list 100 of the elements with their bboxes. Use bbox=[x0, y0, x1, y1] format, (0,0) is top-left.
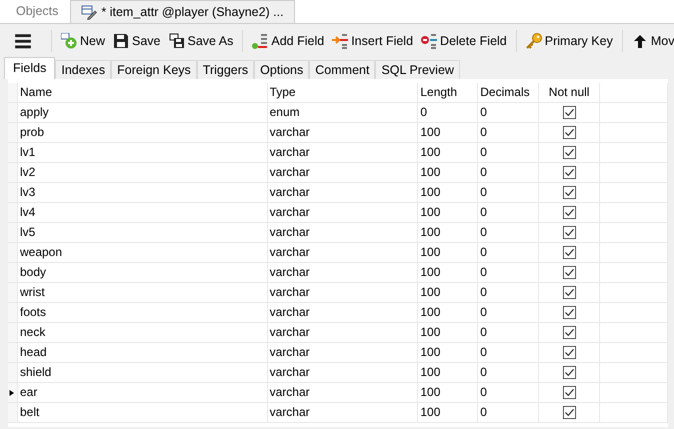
table-cell: ear bbox=[18, 383, 268, 402]
table-cell: 0 bbox=[478, 263, 540, 282]
table-edit-icon bbox=[81, 4, 98, 20]
tab[interactable]: Options bbox=[254, 60, 310, 79]
table-cell: shield bbox=[18, 363, 268, 382]
new-button[interactable]: New bbox=[57, 30, 110, 52]
table-cell: 0 bbox=[478, 183, 540, 202]
table-cell: varchar bbox=[268, 243, 418, 262]
delete-field-button[interactable]: Delete Field bbox=[417, 30, 511, 52]
column-header: Not null bbox=[539, 83, 600, 102]
table-cell: 0 bbox=[478, 203, 540, 222]
save-as-button[interactable]: Save As bbox=[164, 30, 238, 52]
table-cell: 100 bbox=[418, 183, 478, 202]
table-cell: varchar bbox=[268, 203, 418, 222]
column-header: Length bbox=[418, 83, 478, 102]
table-cell: 0 bbox=[478, 343, 540, 362]
table-cell: 0 bbox=[478, 163, 540, 182]
table-cell: 0 bbox=[478, 283, 540, 302]
table-cell: lv3 bbox=[18, 183, 268, 202]
checkbox[interactable] bbox=[562, 166, 576, 179]
table-cell: lv1 bbox=[18, 143, 268, 162]
insert-field-icon bbox=[332, 33, 348, 49]
checkbox[interactable] bbox=[562, 266, 576, 279]
table-cell: 100 bbox=[418, 243, 478, 262]
table-cell: 0 bbox=[478, 403, 540, 422]
table-cell: 100 bbox=[418, 143, 478, 162]
table-cell: varchar bbox=[268, 123, 418, 142]
checkbox[interactable] bbox=[562, 386, 576, 399]
tab[interactable]: Fields bbox=[4, 57, 56, 79]
checkbox[interactable] bbox=[562, 206, 576, 219]
table-cell: lv5 bbox=[18, 223, 268, 242]
table-cell: varchar bbox=[268, 283, 418, 302]
checkbox[interactable] bbox=[562, 226, 576, 239]
primary-key-button[interactable]: Primary Key bbox=[522, 30, 617, 52]
table-cell: 0 bbox=[478, 363, 540, 382]
tab[interactable]: Foreign Keys bbox=[111, 60, 197, 79]
table-cell: prob bbox=[18, 123, 268, 142]
table-cell: 0 bbox=[478, 243, 540, 262]
checkbox[interactable] bbox=[562, 306, 576, 319]
table-cell: 100 bbox=[418, 383, 478, 402]
table-cell: varchar bbox=[268, 143, 418, 162]
key-icon bbox=[526, 33, 542, 49]
table-cell: 0 bbox=[478, 103, 540, 122]
table-cell: body bbox=[18, 263, 268, 282]
table-cell: 0 bbox=[478, 123, 540, 142]
table-cell: head bbox=[18, 343, 268, 362]
table-cell: enum bbox=[268, 103, 418, 122]
move-up-button[interactable]: Mov bbox=[628, 30, 674, 52]
table-cell: 100 bbox=[418, 163, 478, 182]
table-cell: weapon bbox=[18, 243, 268, 262]
checkbox[interactable] bbox=[562, 366, 576, 379]
table-cell: 100 bbox=[418, 203, 478, 222]
column-header: Decimals bbox=[478, 83, 540, 102]
table-cell: 0 bbox=[478, 303, 540, 322]
new-table-icon bbox=[61, 33, 77, 49]
checkbox[interactable] bbox=[562, 326, 576, 339]
tab[interactable]: Indexes bbox=[55, 60, 112, 79]
column-header: Type bbox=[268, 83, 418, 102]
checkbox[interactable] bbox=[562, 406, 576, 419]
table-cell: varchar bbox=[268, 303, 418, 322]
table-cell: 0 bbox=[478, 323, 540, 342]
table-cell: belt bbox=[18, 403, 268, 422]
insert-field-button[interactable]: Insert Field bbox=[328, 30, 418, 52]
table-cell: lv4 bbox=[18, 203, 268, 222]
table-cell: foots bbox=[18, 303, 268, 322]
table-cell: varchar bbox=[268, 363, 418, 382]
add-field-icon bbox=[252, 33, 268, 49]
table-cell: varchar bbox=[268, 343, 418, 362]
table-cell: varchar bbox=[268, 263, 418, 282]
tab[interactable]: Triggers bbox=[196, 60, 254, 79]
menu-icon bbox=[14, 32, 32, 50]
checkbox[interactable] bbox=[562, 346, 576, 359]
save-button[interactable]: Save bbox=[109, 30, 165, 52]
checkbox[interactable] bbox=[562, 146, 576, 159]
table-cell: varchar bbox=[268, 163, 418, 182]
tab[interactable]: Comment bbox=[309, 60, 376, 79]
row-selector[interactable] bbox=[8, 383, 18, 402]
checkbox[interactable] bbox=[562, 186, 576, 199]
table-cell: 100 bbox=[418, 403, 478, 422]
checkbox[interactable] bbox=[562, 246, 576, 259]
table-cell: neck bbox=[18, 323, 268, 342]
table-cell: 0 bbox=[478, 223, 540, 242]
checkbox[interactable] bbox=[562, 286, 576, 299]
tab[interactable]: SQL Preview bbox=[375, 60, 460, 79]
checkbox[interactable] bbox=[562, 126, 576, 139]
table-cell: varchar bbox=[268, 223, 418, 242]
checkbox[interactable] bbox=[562, 106, 576, 119]
table-cell: 100 bbox=[418, 283, 478, 302]
up-arrow-icon bbox=[632, 33, 648, 49]
delete-field-icon bbox=[421, 33, 438, 49]
window-tab[interactable]: * item_attr @player (Shayne2) ... bbox=[70, 0, 295, 23]
table-cell: varchar bbox=[268, 183, 418, 202]
table-cell: 100 bbox=[418, 123, 478, 142]
table-cell: 100 bbox=[418, 363, 478, 382]
table-cell: 100 bbox=[418, 223, 478, 242]
column-header: Name bbox=[18, 83, 268, 102]
table-cell: 0 bbox=[418, 103, 478, 122]
table-cell: 0 bbox=[478, 143, 540, 162]
table-cell: 100 bbox=[418, 343, 478, 362]
add-field-button[interactable]: Add Field bbox=[248, 30, 328, 52]
